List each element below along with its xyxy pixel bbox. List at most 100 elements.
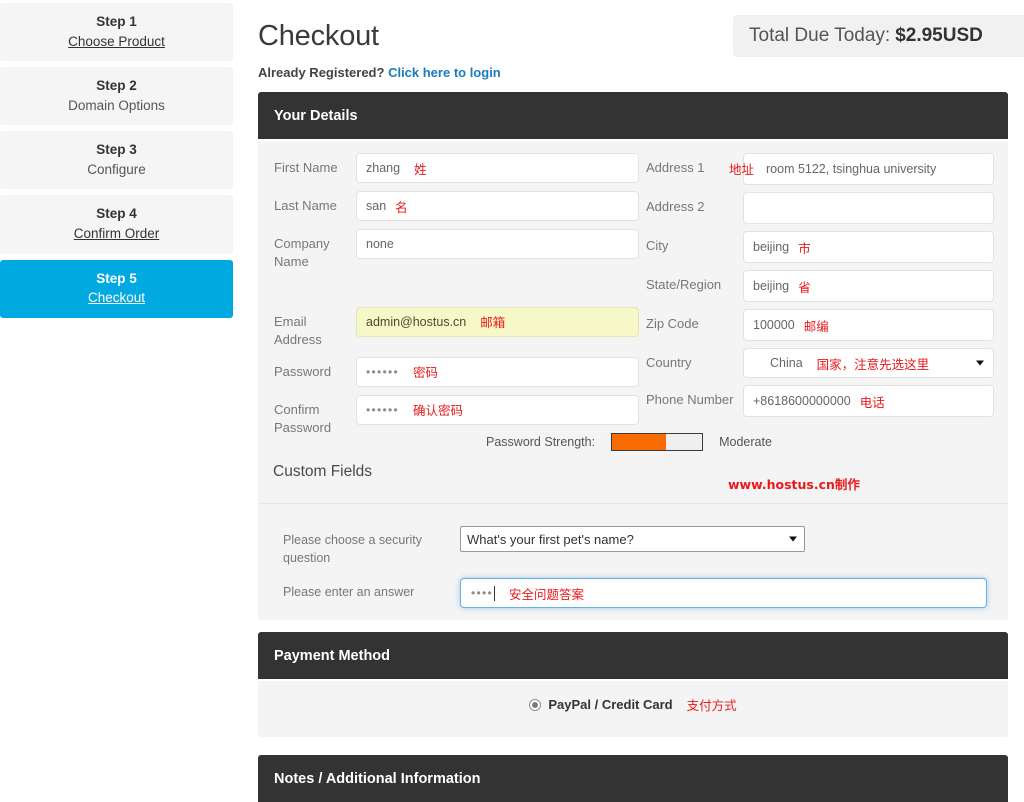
custom-field-row-question: Please choose a security question What's…: [283, 526, 993, 567]
step-5-number: Step 5: [96, 270, 137, 286]
text-cursor: [494, 585, 496, 601]
zip-annotation: 邮编: [803, 318, 829, 334]
phone-input[interactable]: +8618600000000 电话: [743, 385, 994, 417]
total-due-amount: $2.95USD: [895, 25, 983, 46]
email-annotation: 邮箱: [480, 315, 506, 331]
field-row-first-name: First Name zhang 姓: [274, 153, 639, 183]
step-4-label: Confirm Order: [73, 225, 160, 241]
step-3-number: Step 3: [96, 142, 137, 158]
chevron-down-icon: [789, 536, 797, 542]
checkout-steps-sidebar: Step 1 Choose Product Step 2 Domain Opti…: [0, 3, 233, 324]
details-left-column: First Name zhang 姓 Last Name san 名 Compa…: [274, 153, 639, 445]
field-row-company-name: Company Name none: [274, 229, 639, 271]
security-question-select[interactable]: What's your first pet's name?: [460, 526, 805, 552]
total-due-label: Total Due Today:: [749, 25, 891, 46]
field-row-city: City beijing 市: [646, 231, 994, 263]
address2-label: Address 2: [646, 199, 705, 214]
phone-annotation: 电话: [859, 394, 885, 410]
password-annotation: 密码: [413, 365, 439, 381]
sidebar-step-5[interactable]: Step 5 Checkout: [0, 259, 233, 318]
field-row-confirm-password: Confirm Password •••••• 确认密码: [274, 394, 639, 437]
city-label: City: [646, 238, 669, 253]
last-name-value: san: [366, 199, 387, 213]
confirm-password-annotation: 确认密码: [413, 403, 464, 419]
already-registered-text: Already Registered?: [258, 65, 385, 80]
country-select[interactable]: China 国家，注意先选这里: [743, 348, 994, 378]
paypal-radio-icon[interactable]: [529, 698, 542, 711]
phone-label: Phone Number: [646, 392, 734, 407]
security-question-value: What's your first pet's name?: [467, 531, 634, 547]
step-5-label: Checkout: [87, 290, 146, 306]
field-row-phone: Phone Number +8618600000000 电话: [646, 385, 994, 417]
password-strength-meter: Password Strength: Moderate: [486, 433, 772, 451]
address1-value: room 5122, tsinghua university: [766, 162, 937, 176]
custom-field-row-answer: Please enter an answer •••• 安全问题答案: [283, 578, 993, 608]
sidebar-step-4[interactable]: Step 4 Confirm Order: [0, 195, 233, 254]
already-registered-line: Already Registered? Click here to login: [258, 65, 501, 80]
first-name-value: zhang: [366, 161, 401, 175]
address2-input[interactable]: [743, 192, 994, 224]
email-input[interactable]: admin@hostus.cn 邮箱: [356, 306, 639, 337]
your-details-header: Your Details: [258, 92, 1008, 139]
security-question-label: Please choose a security question: [283, 533, 422, 565]
address1-input[interactable]: room 5122, tsinghua university: [743, 153, 994, 185]
sidebar-step-1[interactable]: Step 1 Choose Product: [0, 3, 233, 62]
state-value: beijing: [753, 279, 790, 293]
first-name-input[interactable]: zhang 姓: [356, 153, 639, 183]
login-link[interactable]: Click here to login: [388, 65, 501, 80]
custom-fields-rows: Please choose a security question What's…: [283, 526, 993, 619]
field-row-last-name: Last Name san 名: [274, 191, 639, 221]
city-value: beijing: [753, 240, 790, 254]
field-row-state: State/Region beijing 省: [646, 270, 994, 302]
state-input[interactable]: beijing 省: [743, 270, 994, 302]
step-3-label: Configure: [87, 161, 146, 177]
first-name-label: First Name: [274, 160, 338, 175]
chevron-down-icon: [976, 360, 984, 366]
confirm-password-input[interactable]: •••••• 确认密码: [356, 394, 639, 425]
address1-annotation: 地址: [729, 162, 755, 177]
step-1-label: Choose Product: [68, 33, 165, 49]
security-answer-input[interactable]: •••• 安全问题答案: [460, 578, 987, 608]
security-answer-value: ••••: [471, 586, 494, 600]
security-answer-annotation: 安全问题答案: [509, 586, 585, 602]
payment-method-header: Payment Method: [258, 632, 1008, 679]
field-row-country: Country China 国家，注意先选这里: [646, 348, 994, 378]
custom-fields-title: Custom Fields: [273, 463, 373, 480]
payment-method-panel: PayPal / Credit Card 支付方式: [258, 681, 1008, 737]
step-2-label: Domain Options: [68, 97, 165, 113]
field-row-address2: Address 2: [646, 192, 994, 224]
field-row-zip: Zip Code 100000 邮编: [646, 309, 994, 341]
phone-value: +8618600000000: [753, 394, 851, 408]
confirm-password-value: ••••••: [366, 402, 400, 417]
field-row-password: Password •••••• 密码: [274, 356, 639, 387]
country-label: Country: [646, 355, 692, 370]
company-name-input[interactable]: none: [356, 229, 639, 259]
email-value: admin@hostus.cn: [366, 314, 467, 329]
city-annotation: 市: [798, 240, 811, 256]
company-name-value: none: [366, 237, 394, 251]
password-value: ••••••: [366, 364, 400, 379]
field-row-email: Email Address admin@hostus.cn 邮箱: [274, 306, 639, 349]
sidebar-step-3[interactable]: Step 3 Configure: [0, 131, 233, 190]
zip-value: 100000: [753, 318, 795, 332]
last-name-label: Last Name: [274, 198, 337, 213]
payment-option-row[interactable]: PayPal / Credit Card 支付方式: [258, 695, 1008, 714]
last-name-annotation: 名: [395, 199, 408, 215]
password-input[interactable]: •••••• 密码: [356, 356, 639, 387]
field-row-address1: Address 1 地址 room 5122, tsinghua univers…: [646, 153, 994, 185]
password-strength-label: Password Strength:: [486, 435, 596, 449]
total-due-badge: Total Due Today: $2.95USD: [733, 15, 1024, 57]
password-strength-bar: [611, 433, 704, 451]
page-title: Checkout: [258, 20, 379, 52]
payment-option-label: PayPal / Credit Card: [548, 697, 673, 712]
payment-option-annotation: 支付方式: [686, 698, 737, 713]
last-name-input[interactable]: san 名: [356, 191, 639, 221]
sidebar-step-2[interactable]: Step 2 Domain Options: [0, 67, 233, 126]
password-label: Password: [274, 363, 332, 379]
security-answer-label: Please enter an answer: [283, 585, 415, 599]
zip-input[interactable]: 100000 邮编: [743, 309, 994, 341]
zip-label: Zip Code: [646, 316, 699, 331]
watermark-text: www.hostus.cn制作: [728, 477, 860, 492]
step-2-number: Step 2: [96, 78, 137, 94]
city-input[interactable]: beijing 市: [743, 231, 994, 263]
